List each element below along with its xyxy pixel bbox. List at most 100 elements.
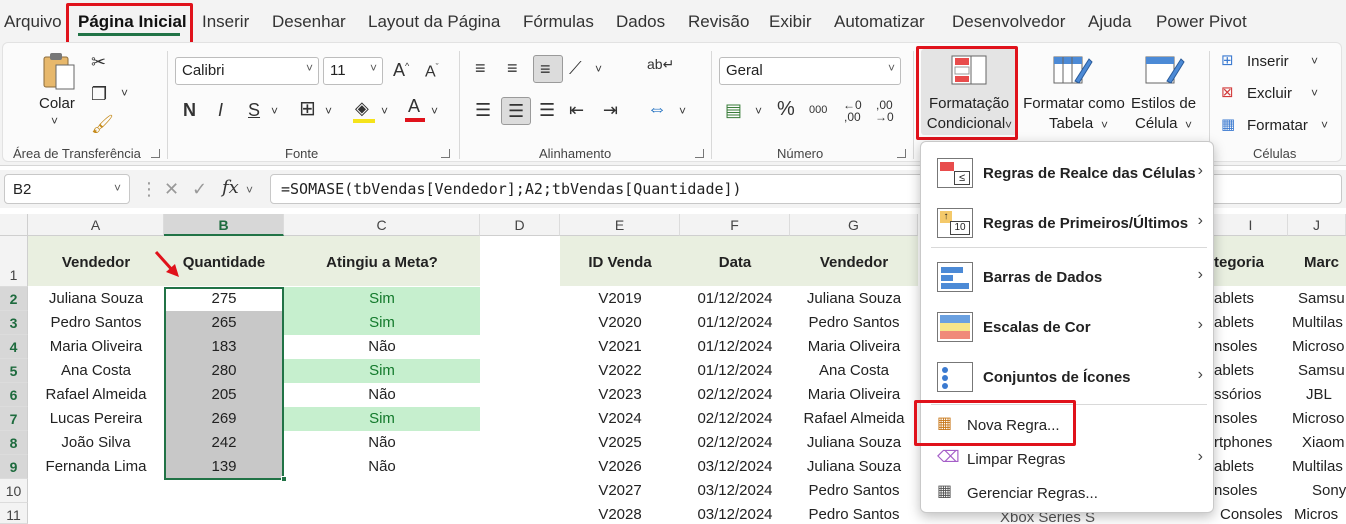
table-cell-brand[interactable]: Samsu: [1288, 359, 1346, 383]
table-cell-meta[interactable]: Não: [284, 335, 480, 359]
thousands-button[interactable]: 000: [809, 105, 827, 116]
table-cell-brand[interactable]: Multilas: [1288, 455, 1346, 479]
decrease-decimal-icon[interactable]: ,00 →0: [875, 99, 894, 123]
table-cell-quantidade[interactable]: 205: [164, 383, 284, 407]
table-cell-brand[interactable]: Xiaom: [1288, 431, 1346, 455]
tab-arquivo[interactable]: Arquivo: [4, 12, 62, 32]
table-cell-date[interactable]: 01/12/2024: [680, 311, 790, 335]
table-cell-date[interactable]: 03/12/2024: [680, 479, 790, 503]
table-cell-quantidade[interactable]: 269: [164, 407, 284, 431]
table-cell-date[interactable]: 02/12/2024: [680, 431, 790, 455]
header-marca[interactable]: Marc: [1288, 236, 1346, 286]
table-cell-meta[interactable]: Sim: [284, 287, 480, 311]
bold-button[interactable]: N: [183, 101, 196, 119]
align-right-icon[interactable]: ☰: [539, 101, 555, 119]
column-header-d[interactable]: D: [480, 214, 560, 236]
align-top-icon[interactable]: ≡: [475, 59, 486, 77]
table-cell-date[interactable]: 03/12/2024: [680, 503, 790, 524]
table-cell-category[interactable]: ablets: [1214, 287, 1288, 311]
table-cell-seller[interactable]: Maria Oliveira: [790, 335, 918, 359]
orientation-icon[interactable]: ⟋: [569, 59, 582, 77]
decrease-font-icon[interactable]: Aˇ: [425, 63, 439, 80]
menu-item-icon-sets[interactable]: Conjuntos de Ícones ›: [921, 352, 1215, 402]
table-cell-id[interactable]: V2025: [560, 431, 680, 455]
column-header-b[interactable]: B: [164, 214, 284, 236]
row-header-11[interactable]: 11: [0, 503, 28, 524]
tab-formulas[interactable]: Fórmulas: [523, 12, 594, 32]
chevron-down-icon[interactable]: ˅: [271, 105, 278, 117]
table-cell-date[interactable]: 01/12/2024: [680, 359, 790, 383]
table-cell-quantidade[interactable]: 280: [164, 359, 284, 383]
table-cell-id[interactable]: V2023: [560, 383, 680, 407]
menu-item-new-rule[interactable]: ▦ Nova Regra...: [921, 408, 1215, 444]
conditional-formatting-button[interactable]: Formatação Condicional ˅: [921, 49, 1017, 135]
column-header-i[interactable]: I: [1214, 214, 1288, 236]
font-launcher-icon[interactable]: [441, 149, 450, 158]
table-cell-meta[interactable]: Sim: [284, 407, 480, 431]
format-painter-icon[interactable]: 🖌: [91, 115, 114, 133]
table-cell-vendedor[interactable]: Pedro Santos: [28, 311, 164, 335]
chevron-down-icon[interactable]: ˅: [325, 105, 332, 117]
fill-handle[interactable]: [281, 476, 287, 482]
table-cell-seller[interactable]: Rafael Almeida: [790, 407, 918, 431]
table-cell-id[interactable]: V2020: [560, 311, 680, 335]
decrease-indent-icon[interactable]: ⇤: [569, 101, 584, 119]
chevron-down-icon[interactable]: ˅: [595, 63, 602, 75]
row-header-4[interactable]: 4: [0, 335, 28, 359]
header-vendedor-right[interactable]: Vendedor: [790, 236, 918, 286]
column-header-a[interactable]: A: [28, 214, 164, 236]
merge-center-icon[interactable]: ⇔: [647, 99, 667, 119]
header-data[interactable]: Data: [680, 236, 790, 286]
align-left-icon[interactable]: ☰: [475, 101, 491, 119]
number-launcher-icon[interactable]: [897, 149, 906, 158]
column-header-j[interactable]: J: [1288, 214, 1346, 236]
header-id-venda[interactable]: ID Venda: [560, 236, 680, 286]
italic-button[interactable]: I: [218, 101, 223, 119]
row-header-7[interactable]: 7: [0, 407, 28, 431]
table-cell-category[interactable]: ssórios: [1214, 383, 1288, 407]
table-cell-meta[interactable]: Não: [284, 431, 480, 455]
table-cell-meta[interactable]: Não: [284, 455, 480, 479]
table-cell-quantidade[interactable]: 275: [164, 287, 284, 311]
table-cell-category[interactable]: nsoles: [1214, 335, 1288, 359]
row-header-5[interactable]: 5: [0, 359, 28, 383]
table-cell-category[interactable]: ablets: [1214, 359, 1288, 383]
row-header-2[interactable]: 2: [0, 287, 28, 311]
table-cell-id[interactable]: V2028: [560, 503, 680, 524]
table-cell-date[interactable]: 02/12/2024: [680, 407, 790, 431]
format-cells-button[interactable]: ▦ Formatar ˅: [1221, 115, 1337, 137]
table-cell-seller[interactable]: Juliana Souza: [790, 287, 918, 311]
table-cell-seller[interactable]: Pedro Santos: [790, 503, 918, 524]
clipboard-launcher-icon[interactable]: [151, 149, 160, 158]
table-cell-meta[interactable]: Sim: [284, 311, 480, 335]
menu-item-data-bars[interactable]: Barras de Dados ›: [921, 252, 1215, 302]
column-header-f[interactable]: F: [680, 214, 790, 236]
table-cell-id[interactable]: V2027: [560, 479, 680, 503]
wrap-text-icon[interactable]: ab↵: [647, 57, 674, 71]
table-cell-seller[interactable]: Pedro Santos: [790, 311, 918, 335]
table-cell-id[interactable]: V2019: [560, 287, 680, 311]
confirm-icon[interactable]: ✓: [192, 180, 207, 198]
fill-color-button[interactable]: ◈: [353, 99, 379, 123]
table-cell-quantidade[interactable]: 242: [164, 431, 284, 455]
insert-function-button[interactable]: fx: [222, 179, 239, 197]
menu-item-clear-rules[interactable]: ⌫ Limpar Regras ›: [921, 442, 1215, 476]
table-cell-category[interactable]: ablets: [1214, 311, 1288, 335]
table-cell-vendedor[interactable]: Fernanda Lima: [28, 455, 164, 479]
tab-inserir[interactable]: Inserir: [202, 12, 249, 32]
table-cell-brand[interactable]: Microso: [1288, 335, 1346, 359]
table-cell-date[interactable]: 01/12/2024: [680, 335, 790, 359]
tab-power-pivot[interactable]: Power Pivot: [1156, 12, 1247, 32]
cancel-icon[interactable]: ✕: [164, 180, 179, 198]
table-cell-quantidade[interactable]: 139: [164, 455, 284, 479]
row-header-1[interactable]: 1: [0, 236, 28, 287]
menu-item-highlight-rules[interactable]: ≤ Regras de Realce das Células ›: [921, 148, 1215, 198]
chevron-down-icon[interactable]: ˅: [381, 105, 388, 117]
chevron-down-icon[interactable]: ˅: [755, 105, 762, 117]
header-categoria[interactable]: tegoria: [1214, 236, 1288, 286]
chevron-down-icon[interactable]: ˅: [121, 87, 128, 99]
tab-layout-pagina[interactable]: Layout da Página: [368, 12, 500, 32]
table-cell-brand[interactable]: Multilas: [1288, 311, 1346, 335]
table-cell-seller[interactable]: Maria Oliveira: [790, 383, 918, 407]
borders-icon[interactable]: ⊞: [299, 99, 316, 119]
